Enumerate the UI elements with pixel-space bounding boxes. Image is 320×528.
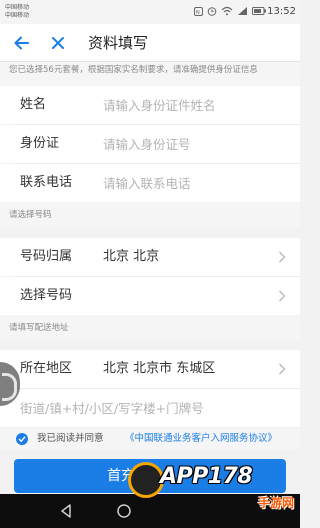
nfc-icon: N bbox=[194, 6, 203, 16]
close-button[interactable] bbox=[48, 33, 68, 53]
chevron-right-icon bbox=[279, 251, 286, 263]
id-input[interactable] bbox=[103, 134, 283, 154]
name-label: 姓名 bbox=[20, 97, 47, 112]
number-location-value: 北京 北京 bbox=[103, 249, 160, 264]
carrier-label-2: 中国移动 bbox=[5, 12, 30, 19]
status-icons: N bbox=[194, 6, 266, 16]
app-header: 资料填写 bbox=[0, 24, 300, 62]
svg-text:N: N bbox=[196, 10, 200, 16]
watermark-logo-icon bbox=[128, 462, 164, 498]
wifi-icon bbox=[221, 6, 233, 16]
watermark-subtext: 手游网 bbox=[258, 496, 295, 510]
signal-icon bbox=[238, 7, 247, 15]
name-input[interactable] bbox=[103, 95, 283, 115]
watermark-text: APP178 bbox=[160, 464, 253, 489]
chevron-right-icon bbox=[279, 363, 286, 375]
number-section-title: 请选择号码 bbox=[0, 202, 300, 228]
page-title: 资料填写 bbox=[88, 34, 149, 52]
id-row: 身份证 bbox=[0, 125, 300, 163]
street-address-input[interactable] bbox=[20, 398, 280, 418]
region-value: 北京 北京市 东城区 bbox=[103, 361, 216, 376]
close-icon bbox=[52, 37, 64, 49]
phone-row: 联系电话 bbox=[0, 164, 300, 202]
arrow-left-icon bbox=[14, 36, 29, 50]
chevron-right-icon bbox=[279, 290, 286, 302]
street-row bbox=[0, 389, 300, 427]
select-number-row[interactable]: 选择号码 bbox=[0, 277, 300, 315]
carrier-label-1: 中国移动 bbox=[5, 4, 30, 11]
id-label: 身份证 bbox=[20, 136, 60, 151]
agreement-row: 我已阅读并同意 《中国联通业务客户入网服务协议》 bbox=[0, 428, 300, 450]
agreement-prefix: 我已阅读并同意 bbox=[37, 433, 104, 444]
back-button[interactable] bbox=[12, 33, 32, 53]
alarm-icon bbox=[207, 7, 217, 16]
status-bar: 中国移动 中国移动 N 13:52 bbox=[0, 0, 300, 24]
region-row[interactable]: 所在地区 北京 北京市 东城区 bbox=[0, 350, 300, 388]
agreement-link[interactable]: 《中国联通业务客户入网服务协议》 bbox=[125, 432, 277, 446]
status-time: 13:52 bbox=[267, 6, 296, 17]
site-watermark: APP178 手游网 bbox=[126, 456, 298, 526]
name-row: 姓名 bbox=[0, 86, 300, 124]
number-location-label: 号码归属 bbox=[20, 249, 73, 264]
phone-input[interactable] bbox=[103, 173, 283, 193]
region-label: 所在地区 bbox=[20, 361, 73, 376]
address-section-title: 请填写配送地址 bbox=[0, 315, 300, 341]
realname-notice: 您已选择56元套餐，根据国家实名制要求，请准确提供身份证信息 bbox=[0, 62, 300, 86]
battery-icon bbox=[252, 7, 266, 15]
number-location-row[interactable]: 号码归属 北京 北京 bbox=[0, 238, 300, 276]
back-triangle-icon[interactable] bbox=[58, 503, 74, 519]
phone-label: 联系电话 bbox=[20, 175, 73, 190]
checkbox-checked-icon[interactable] bbox=[16, 433, 28, 445]
select-number-label: 选择号码 bbox=[20, 288, 73, 303]
